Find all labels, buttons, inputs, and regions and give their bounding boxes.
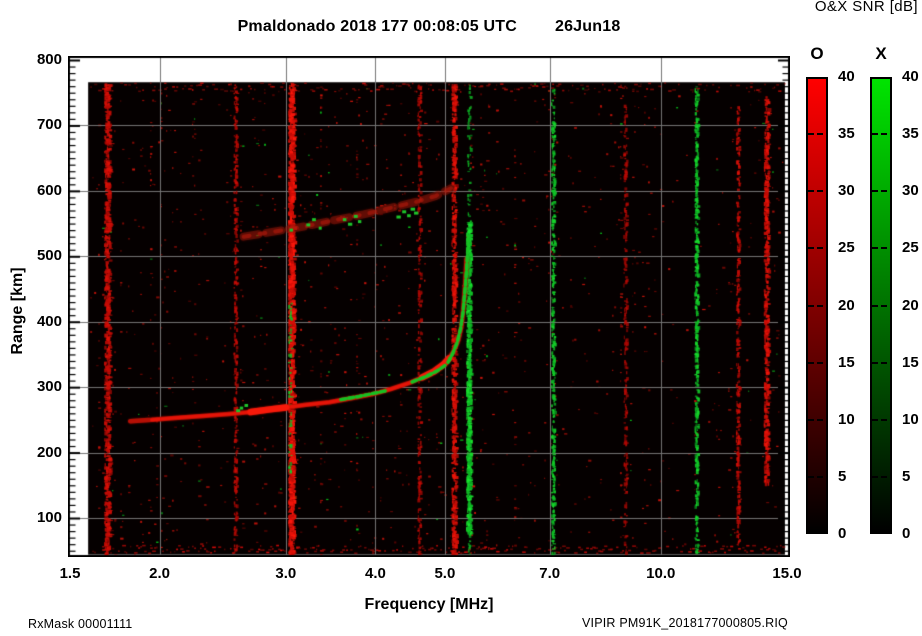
colorbar-tick-dash	[872, 419, 878, 421]
colorbar-tick-dash	[817, 476, 823, 478]
colorbar-tick-dash	[881, 419, 887, 421]
x-tick-label: 4.0	[365, 565, 386, 582]
colorbar-header-x: X	[870, 44, 892, 64]
y-tick-label: 500	[16, 247, 62, 264]
colorbar-tick-dash	[808, 247, 814, 249]
colorbar-tick-label: 5	[902, 468, 922, 485]
x-tick-label: 2.0	[149, 565, 170, 582]
colorbar-tick-label: 20	[838, 297, 870, 314]
snr-colorbar-title: O&X SNR [dB]	[815, 0, 918, 15]
colorbar-tick-dash	[872, 305, 878, 307]
colorbar-tick-dash	[817, 133, 823, 135]
colorbar-tick-dash	[881, 476, 887, 478]
colorbar-tick-dash	[872, 190, 878, 192]
colorbar-tick-dash	[808, 190, 814, 192]
x-tick-label: 3.0	[275, 565, 296, 582]
colorbar-tick-dash	[808, 305, 814, 307]
colorbar-tick-label: 0	[838, 525, 870, 542]
colorbar-tick-label: 15	[902, 354, 922, 371]
colorbar-tick-label: 15	[838, 354, 870, 371]
colorbar-tick-dash	[817, 305, 823, 307]
colorbar-tick-dash	[817, 362, 823, 364]
footer-filename: VIPIR PM91K_2018177000805.RIQ	[582, 616, 788, 630]
colorbar-tick-dash	[872, 133, 878, 135]
y-tick-label: 100	[16, 509, 62, 526]
colorbar-tick-label: 40	[838, 68, 870, 85]
colorbar-tick-dash	[881, 305, 887, 307]
plot-date: 26Jun18	[555, 18, 620, 36]
colorbar-tick-dash	[808, 362, 814, 364]
colorbar-tick-dash	[881, 362, 887, 364]
colorbar-tick-label: 40	[902, 68, 922, 85]
colorbar-tick-label: 25	[838, 239, 870, 256]
x-tick-label: 5.0	[434, 565, 455, 582]
colorbar-tick-dash	[881, 190, 887, 192]
y-tick-label: 200	[16, 444, 62, 461]
colorbar-tick-label: 25	[902, 239, 922, 256]
y-tick-label: 400	[16, 313, 62, 330]
x-tick-label: 15.0	[772, 565, 801, 582]
colorbar-tick-dash	[881, 247, 887, 249]
colorbar-tick-label: 35	[838, 125, 870, 142]
y-tick-label: 700	[16, 116, 62, 133]
colorbar-tick-label: 10	[902, 411, 922, 428]
x-tick-label: 7.0	[539, 565, 560, 582]
colorbar-tick-dash	[817, 247, 823, 249]
colorbar-tick-dash	[872, 247, 878, 249]
plot-title-row: Pmaldonado 2018 177 00:08:05 UTC 26Jun18	[68, 18, 790, 36]
y-tick-label: 600	[16, 182, 62, 199]
colorbar-tick-dash	[808, 133, 814, 135]
colorbar-tick-label: 30	[902, 182, 922, 199]
colorbar-tick-dash	[808, 419, 814, 421]
colorbar-header-o: O	[806, 44, 828, 64]
footer-rxmask: RxMask 00001111	[28, 617, 132, 631]
colorbar-tick-label: 0	[902, 525, 922, 542]
colorbar-tick-label: 20	[902, 297, 922, 314]
colorbar-tick-dash	[808, 476, 814, 478]
colorbar-tick-dash	[872, 362, 878, 364]
ionogram-page: { "header": { "title": "Pmaldonado 2018 …	[0, 0, 922, 636]
colorbar-tick-label: 10	[838, 411, 870, 428]
x-axis-label: Frequency [MHz]	[68, 596, 790, 614]
colorbar-tick-label: 5	[838, 468, 870, 485]
x-tick-label: 10.0	[646, 565, 675, 582]
y-tick-label: 800	[16, 51, 62, 68]
colorbar-tick-dash	[817, 419, 823, 421]
colorbar-tick-label: 30	[838, 182, 870, 199]
colorbar-tick-label: 35	[902, 125, 922, 142]
ionogram-canvas	[68, 56, 790, 557]
colorbar-tick-dash	[872, 476, 878, 478]
colorbar-tick-dash	[881, 133, 887, 135]
y-tick-label: 300	[16, 378, 62, 395]
x-tick-label: 1.5	[60, 565, 81, 582]
colorbar-tick-dash	[817, 190, 823, 192]
plot-title: Pmaldonado 2018 177 00:08:05 UTC	[238, 18, 517, 36]
